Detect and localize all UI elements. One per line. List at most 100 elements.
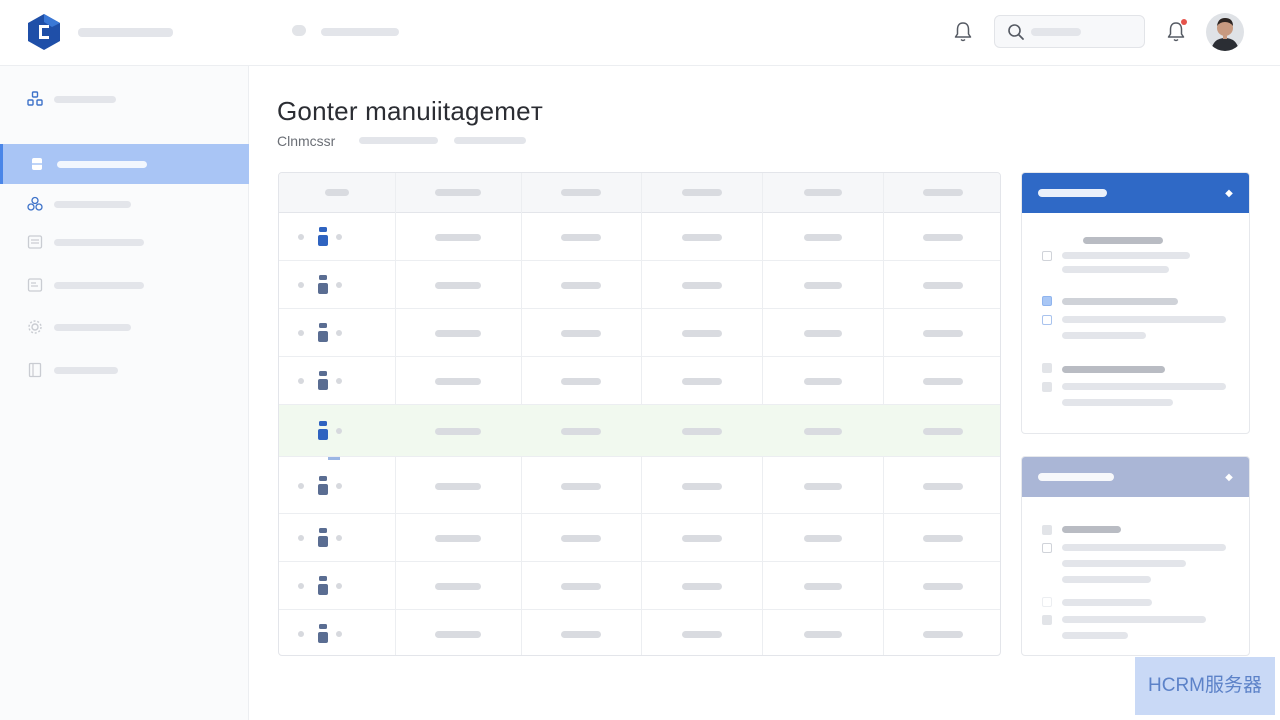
panel-line <box>1062 383 1226 390</box>
table-cell <box>803 378 842 385</box>
sidebar-item-settings[interactable] <box>0 307 249 347</box>
notification-badge <box>1181 19 1187 25</box>
column-header[interactable] <box>435 189 481 196</box>
bell-icon[interactable] <box>953 21 973 43</box>
record-icon[interactable] <box>317 274 329 296</box>
column-header[interactable] <box>325 189 349 196</box>
checkbox[interactable] <box>1042 525 1052 535</box>
record-icon[interactable] <box>317 420 329 442</box>
checkbox[interactable] <box>1042 543 1052 553</box>
sidebar-item-label <box>54 239 144 246</box>
table-cell <box>681 282 722 289</box>
breadcrumb-placeholder[interactable] <box>321 28 399 36</box>
table-cell <box>561 535 601 542</box>
avatar[interactable] <box>1206 13 1244 51</box>
table-cell <box>922 583 963 590</box>
panel-title-placeholder <box>1038 189 1107 197</box>
table-cell <box>681 378 722 385</box>
row-dot <box>336 483 342 489</box>
checkbox[interactable] <box>1042 597 1052 607</box>
table-row[interactable] <box>279 261 1000 309</box>
panel-line <box>1062 616 1206 623</box>
panel-line <box>1062 298 1178 305</box>
table-cell <box>803 330 842 337</box>
sidebar-item-active[interactable] <box>0 144 249 184</box>
table-cell <box>681 428 722 435</box>
record-icon[interactable] <box>317 322 329 344</box>
expand-icon[interactable]: ◆ <box>1222 471 1236 485</box>
search-input[interactable] <box>994 15 1145 48</box>
table-row[interactable] <box>279 610 1000 655</box>
row-dot <box>336 535 342 541</box>
list-icon <box>27 235 43 249</box>
row-dot <box>298 282 304 288</box>
checkbox[interactable] <box>1042 315 1052 325</box>
table-cell <box>561 428 601 435</box>
row-dot <box>336 234 342 240</box>
row-dot <box>298 234 304 240</box>
expand-icon[interactable]: ◆ <box>1222 187 1236 201</box>
table-cell <box>803 483 842 490</box>
search-icon <box>1008 24 1024 40</box>
table-cell <box>681 483 722 490</box>
sidebar-item-book[interactable] <box>0 350 249 390</box>
table-row[interactable] <box>279 213 1000 261</box>
panel-header[interactable]: ◆ <box>1022 173 1249 213</box>
table-cell <box>561 583 601 590</box>
details-panel: ◆ <box>1021 456 1250 656</box>
table-row[interactable] <box>279 514 1000 562</box>
page-title: Gonter manuiitagemeт <box>277 96 543 126</box>
column-header[interactable] <box>681 189 722 196</box>
sidebar-item-apps[interactable] <box>0 79 249 119</box>
record-icon[interactable] <box>317 575 329 597</box>
folder-icon <box>32 158 42 170</box>
table-row-selected[interactable] <box>279 405 1000 457</box>
table-row[interactable] <box>279 562 1000 610</box>
panel-line <box>1062 366 1165 373</box>
table-cell <box>435 330 481 337</box>
row-dot <box>336 282 342 288</box>
sidebar-item-list[interactable] <box>0 222 249 262</box>
table-cell <box>922 483 963 490</box>
record-icon[interactable] <box>317 623 329 645</box>
table-row[interactable] <box>279 357 1000 405</box>
panel-header[interactable]: ◆ <box>1022 457 1249 497</box>
table-cell <box>922 428 963 435</box>
panel-title-placeholder <box>1038 473 1114 481</box>
document-icon <box>27 278 43 292</box>
record-icon[interactable] <box>317 370 329 392</box>
checkbox[interactable] <box>1042 382 1052 392</box>
table-row[interactable] <box>279 457 1000 514</box>
network-icon <box>27 196 43 211</box>
record-icon[interactable] <box>317 475 329 497</box>
table-cell <box>435 378 481 385</box>
sidebar-item-document[interactable] <box>0 265 249 305</box>
checkbox[interactable] <box>1042 615 1052 625</box>
column-header[interactable] <box>561 189 601 196</box>
column-header[interactable] <box>922 189 963 196</box>
row-dot <box>298 330 304 336</box>
watermark: HCRM服务器 <box>1135 657 1275 715</box>
checkbox[interactable] <box>1042 251 1052 261</box>
sidebar-item-label <box>54 282 144 289</box>
sidebar-item-label <box>57 161 147 168</box>
table-header <box>279 173 1000 213</box>
sidebar-item-network[interactable] <box>0 184 249 224</box>
render-artifact <box>328 457 340 460</box>
row-dot <box>298 378 304 384</box>
record-icon[interactable] <box>317 226 329 248</box>
checkbox[interactable] <box>1042 363 1052 373</box>
table-cell <box>803 428 842 435</box>
book-icon <box>28 362 42 378</box>
column-header[interactable] <box>803 189 842 196</box>
table-cell <box>803 583 842 590</box>
table-cell <box>681 583 722 590</box>
apps-icon <box>27 91 43 106</box>
checkbox-checked[interactable] <box>1042 296 1052 306</box>
table-row[interactable] <box>279 309 1000 357</box>
table-cell <box>435 234 481 241</box>
record-icon[interactable] <box>317 527 329 549</box>
table-cell <box>681 330 722 337</box>
brand-logo[interactable] <box>26 13 62 51</box>
sidebar-item-label <box>54 96 116 103</box>
